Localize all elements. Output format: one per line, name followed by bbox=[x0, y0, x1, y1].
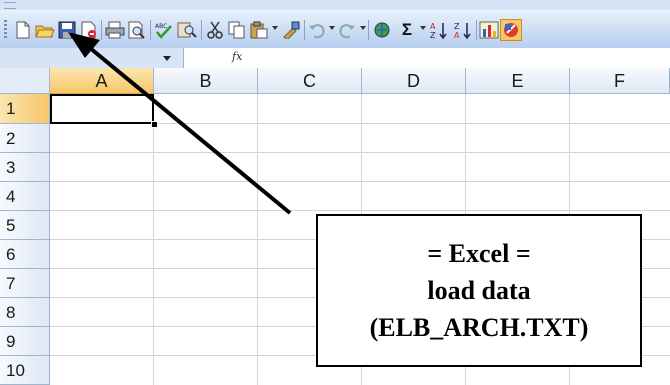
annotation-arrow bbox=[68, 32, 292, 215]
arrow-shaft bbox=[88, 46, 292, 215]
